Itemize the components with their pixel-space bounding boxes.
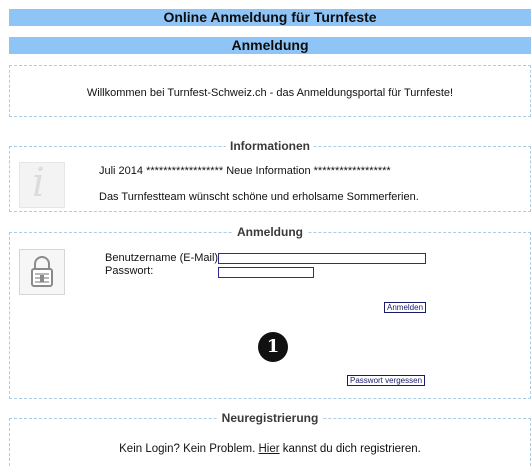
page-title: Online Anmeldung für Turnfeste xyxy=(9,9,531,26)
section-title: Anmeldung xyxy=(9,37,531,54)
welcome-text: Willkommen bei Turnfest-Schweiz.ch - das… xyxy=(86,87,454,99)
username-label: Benutzername (E-Mail): xyxy=(105,252,222,264)
step-number-badge: 1 xyxy=(258,332,288,362)
informationen-box: Informationen Juli 2014 ****************… xyxy=(9,139,531,212)
informationen-legend: Informationen xyxy=(226,139,314,153)
forgot-password-button[interactable]: Passwort vergessen xyxy=(347,375,426,386)
password-label: Passwort: xyxy=(105,265,154,277)
anmeldung-box: Anmeldung Benutzername (E-Mail): Passwor… xyxy=(9,225,531,399)
info-line-1: Juli 2014 ****************** Neue Inform… xyxy=(99,165,391,177)
padlock-graphic xyxy=(31,256,53,287)
register-link[interactable]: Hier xyxy=(259,443,280,455)
info-line-2: Das Turnfestteam wünscht schöne und erho… xyxy=(99,191,419,203)
register-text: Kein Login? Kein Problem. Hier kannst du… xyxy=(10,443,530,455)
neuregistrierung-legend: Neuregistrierung xyxy=(217,411,323,425)
info-icon: i xyxy=(19,161,65,208)
register-text-before: Kein Login? Kein Problem. xyxy=(119,443,259,455)
welcome-box: Willkommen bei Turnfest-Schweiz.ch - das… xyxy=(9,65,531,117)
neuregistrierung-box: Neuregistrierung Kein Login? Kein Proble… xyxy=(9,411,531,466)
login-button[interactable]: Anmelden xyxy=(384,302,427,313)
register-text-after: kannst du dich registrieren. xyxy=(279,443,421,455)
password-input[interactable] xyxy=(218,267,314,278)
anmeldung-legend: Anmeldung xyxy=(233,225,307,239)
lock-icon xyxy=(19,249,65,295)
username-input[interactable] xyxy=(218,253,426,264)
